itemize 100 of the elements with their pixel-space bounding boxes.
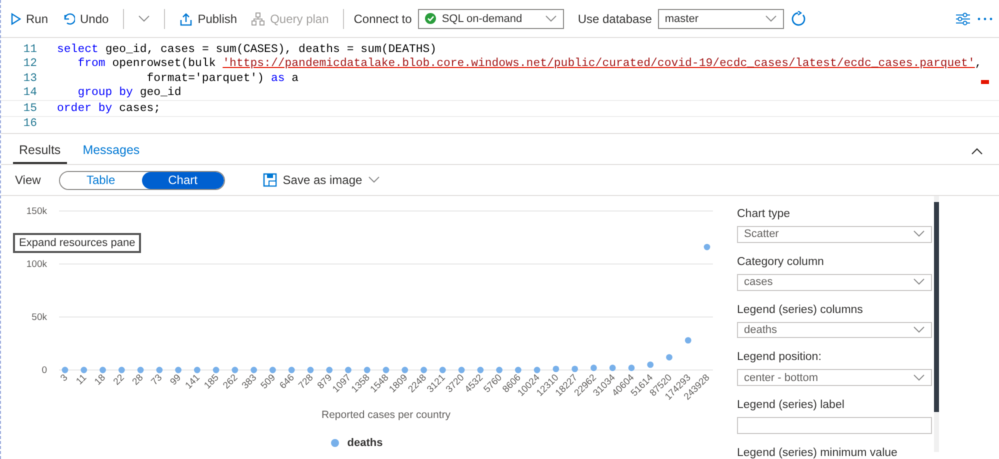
field-label: Legend position: — [737, 351, 822, 364]
dropdown-field[interactable]: cases — [737, 274, 932, 291]
data-point — [175, 366, 182, 374]
hierarchy-icon — [251, 12, 266, 26]
field-label: Legend (series) minimum value — [737, 446, 898, 459]
data-point — [232, 366, 238, 374]
connect-label: Connect to — [354, 12, 412, 26]
tooltip: Expand resources pane — [13, 233, 142, 253]
view-option[interactable]: Chart — [142, 172, 224, 188]
line-number: 13 — [22, 72, 38, 85]
code-line: select geo_id, cases = sum(CASES), deaths = sum(DEATHS) — [57, 42, 437, 56]
dropdown-field[interactable]: Scatter — [737, 226, 932, 243]
axis-tick-label: 879 — [315, 372, 334, 392]
data-point — [62, 366, 68, 374]
field-label: Category column — [737, 256, 825, 268]
data-point — [496, 366, 502, 374]
code-line: from openrowset(bulk 'https://pandemicdatalake.blob.core.windows.net/public/curated/covid-19/ecdc_cases/latest/ecdc_cases.parquet', — [76, 57, 982, 70]
axis-tick-label: 28 — [130, 372, 146, 388]
results-tab[interactable]: Messages — [76, 137, 146, 164]
line-number: 15 — [22, 102, 38, 115]
settings-sliders-icon[interactable] — [955, 12, 971, 26]
code-line: order by cases; — [57, 102, 161, 115]
database-label: Use database — [578, 12, 652, 26]
data-point — [345, 366, 352, 374]
undo-icon — [62, 12, 76, 24]
data-point — [458, 366, 465, 374]
data-point — [80, 366, 88, 374]
dropdown-field[interactable]: deaths — [737, 322, 932, 338]
chevron-down-icon[interactable] — [368, 176, 380, 184]
data-point — [212, 366, 220, 374]
axis-tick-label: 22 — [112, 372, 127, 388]
data-point — [270, 366, 276, 374]
data-point — [118, 366, 125, 374]
field-label: Legend (series) columns — [737, 304, 864, 316]
save-as-image-button[interactable]: Save as image — [256, 172, 386, 188]
view-toggle[interactable]: Table Chart — [58, 170, 225, 190]
line-number: 12 — [22, 57, 38, 70]
data-point — [326, 366, 333, 374]
dropdown-field[interactable]: center - bottom — [737, 369, 932, 386]
play-icon — [11, 12, 21, 24]
data-point — [194, 366, 200, 374]
chevron-down-icon[interactable] — [913, 230, 925, 238]
data-point — [156, 366, 163, 374]
error-marker-icon — [981, 80, 989, 84]
data-point — [288, 366, 295, 374]
chevron-down-icon[interactable] — [138, 14, 150, 22]
data-point — [420, 366, 427, 374]
save-image-icon — [262, 173, 277, 187]
chevron-down-icon[interactable] — [764, 14, 777, 22]
axis-tick-label: 141 — [183, 372, 202, 392]
data-point — [514, 366, 522, 374]
axis-tick-label: 150k — [26, 206, 47, 217]
axis-tick-label: 99 — [168, 372, 184, 388]
data-point — [552, 366, 560, 372]
axis-tick-label: 11 — [74, 372, 89, 388]
data-point — [572, 366, 578, 372]
more-icon[interactable] — [977, 16, 993, 20]
data-point — [477, 366, 484, 374]
input-field[interactable] — [737, 417, 932, 434]
data-point — [250, 366, 258, 374]
publish-button[interactable]: Publish — [174, 8, 242, 28]
refresh-icon[interactable] — [790, 10, 806, 26]
upload-icon — [178, 12, 193, 26]
data-point — [666, 354, 672, 360]
legend-label[interactable]: deaths — [347, 437, 383, 449]
axis-tick-label: 3 — [58, 372, 70, 384]
scrollbar-thumb[interactable] — [934, 202, 939, 412]
check-circle-icon — [424, 13, 436, 24]
field-label: Legend (series) label — [737, 399, 846, 412]
data-point — [364, 366, 370, 374]
axis-tick-label: 262 — [221, 372, 240, 392]
undo-button[interactable]: Undo — [58, 8, 113, 28]
data-point — [609, 364, 616, 372]
axis-tick-label: 73 — [149, 372, 165, 388]
chevron-up-icon[interactable] — [971, 147, 983, 155]
data-point — [684, 337, 692, 344]
database-dropdown[interactable]: master — [658, 8, 784, 28]
data-point — [100, 366, 106, 374]
line-number: 16 — [22, 117, 38, 130]
data-point — [307, 366, 314, 374]
data-point — [647, 362, 654, 368]
data-point — [628, 364, 635, 372]
results-tab[interactable]: Results — [13, 137, 67, 164]
chevron-down-icon[interactable] — [913, 278, 925, 286]
axis-tick-label: 383 — [240, 372, 259, 392]
line-number: 11 — [22, 42, 38, 56]
axis-tick-label: 728 — [296, 372, 316, 392]
run-button[interactable]: Run — [7, 8, 52, 28]
line-number: 14 — [22, 86, 38, 100]
axis-tick-label: 0 — [42, 365, 47, 376]
view-label: View — [15, 173, 41, 187]
axis-tick-label: 185 — [202, 372, 222, 392]
chevron-down-icon[interactable] — [913, 326, 925, 334]
data-point — [137, 366, 144, 374]
data-point — [704, 244, 710, 250]
chevron-down-icon[interactable] — [544, 14, 557, 22]
data-point — [534, 366, 540, 374]
chevron-down-icon[interactable] — [913, 374, 925, 382]
connection-dropdown[interactable]: SQL on-demand — [418, 8, 564, 28]
axis-tick-label: 646 — [278, 372, 297, 392]
